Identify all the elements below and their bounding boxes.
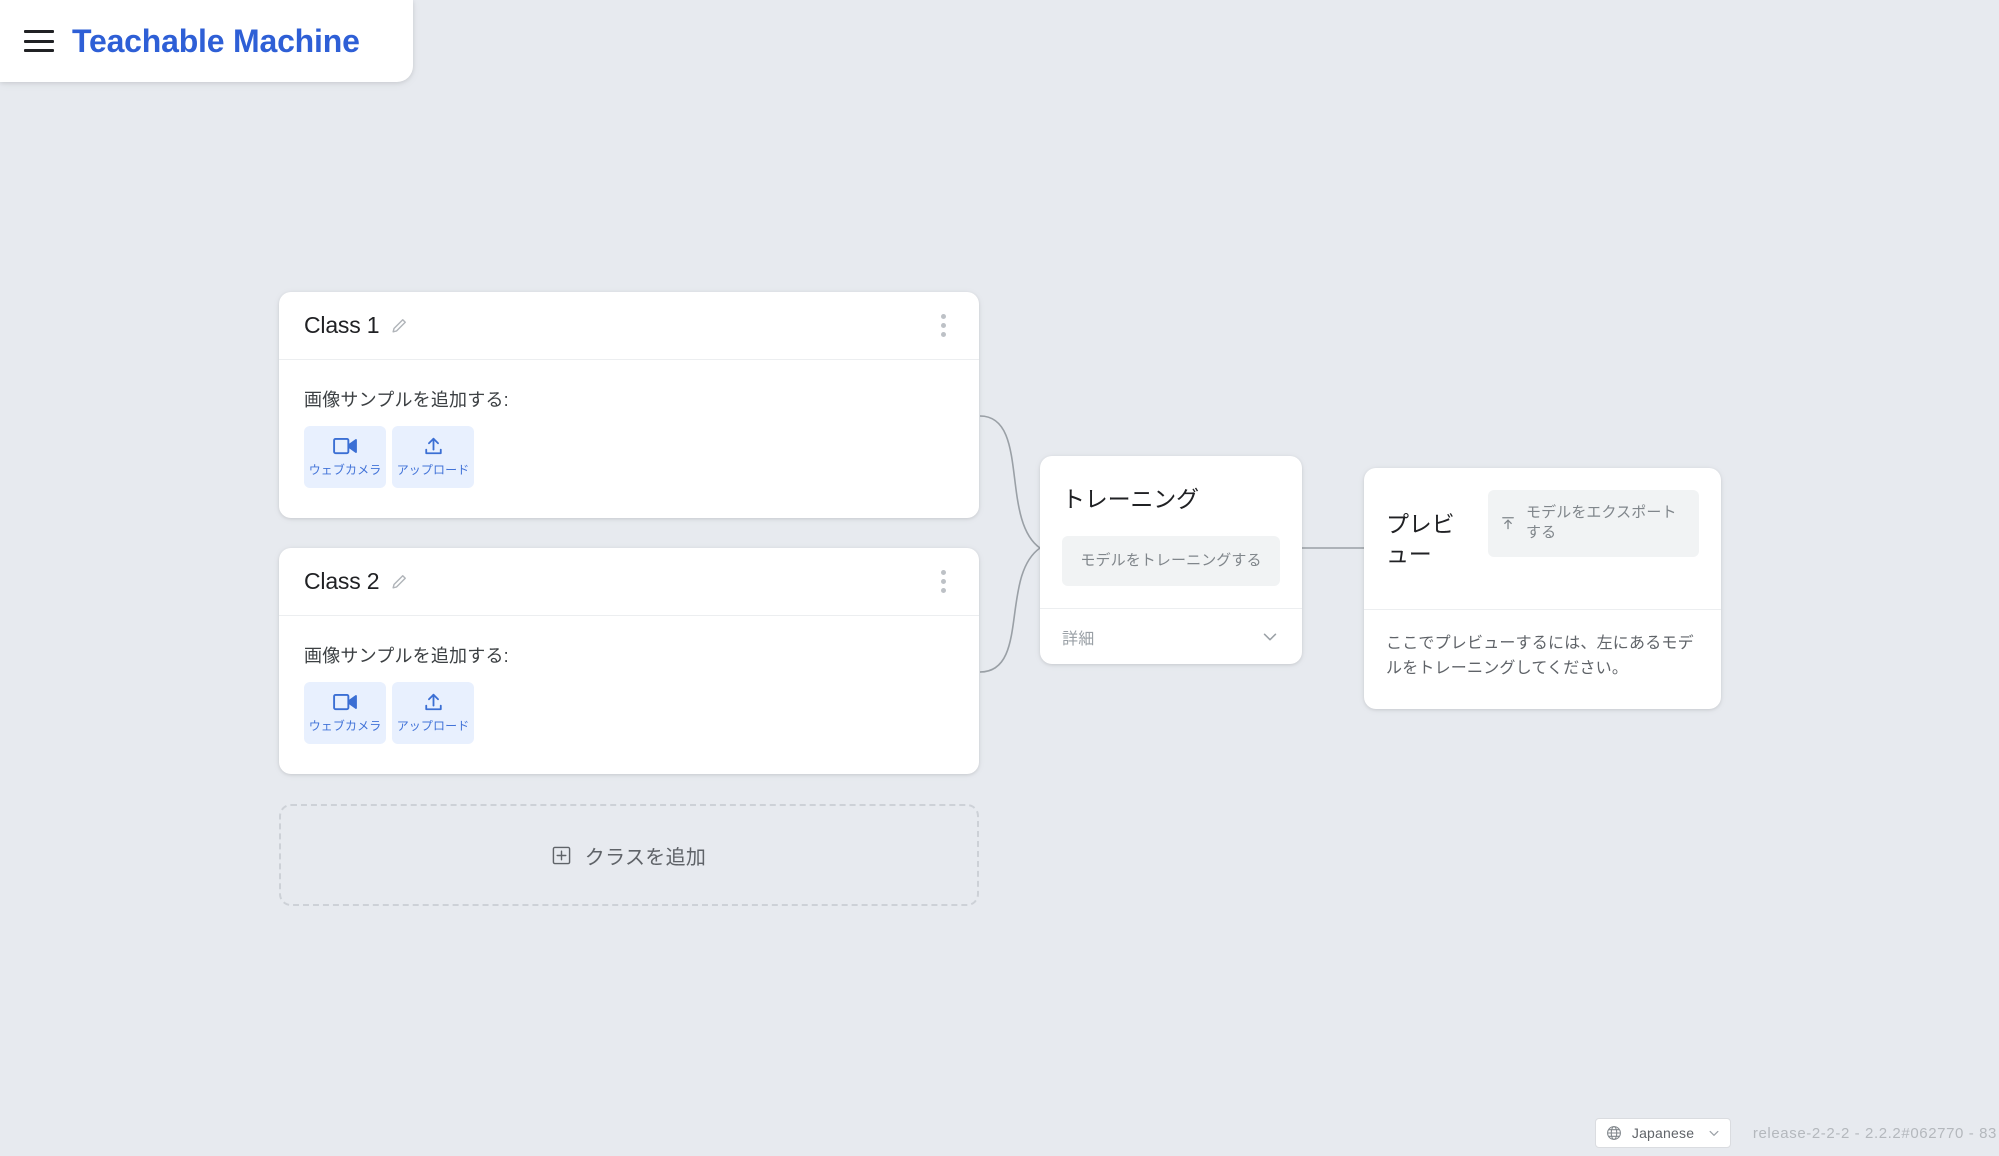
upload-button[interactable]: アップロード <box>392 426 474 488</box>
preview-hint-text: ここでプレビューするには、左にあるモデルをトレーニングしてください。 <box>1386 634 1694 677</box>
export-model-label: モデルをエクスポートする <box>1526 504 1677 542</box>
upload-icon <box>424 437 442 455</box>
advanced-settings-toggle[interactable]: 詳細 <box>1040 608 1302 664</box>
pencil-icon[interactable] <box>389 572 409 592</box>
class-card: Class 1 画像サンプルを追加する: ウェブカメラ アップロード <box>279 292 979 518</box>
chevron-down-icon <box>1263 633 1277 641</box>
connector-class2-training <box>979 547 1041 673</box>
add-class-label: クラスを追加 <box>584 846 707 869</box>
add-box-icon <box>552 846 571 864</box>
preview-panel: プレビュー モデルをエクスポートする ここでプレビューするには、左にあるモデルを… <box>1364 468 1721 710</box>
language-value: Japanese <box>1631 1125 1695 1141</box>
webcam-icon <box>332 437 357 454</box>
upload-button-label: アップロード <box>396 463 470 477</box>
class-card-body: 画像サンプルを追加する: ウェブカメラ アップロード <box>279 360 979 518</box>
webcam-icon <box>332 693 357 710</box>
kebab-dot <box>941 332 946 337</box>
webcam-button[interactable]: ウェブカメラ <box>304 426 386 488</box>
advanced-label: 詳細 <box>1062 630 1095 648</box>
class-list: Class 1 画像サンプルを追加する: ウェブカメラ アップロード Class… <box>279 292 979 906</box>
train-model-button[interactable]: モデルをトレーニングする <box>1062 536 1280 587</box>
pencil-icon[interactable] <box>389 316 409 336</box>
hamburger-bar <box>24 30 54 33</box>
language-select[interactable]: Japanese <box>1594 1118 1731 1148</box>
hamburger-bar <box>24 39 54 43</box>
app-title: Teachable Machine <box>72 22 360 59</box>
kebab-menu-icon[interactable] <box>935 566 952 597</box>
webcam-button-label: ウェブカメラ <box>308 718 382 733</box>
upload-button[interactable]: アップロード <box>392 682 474 744</box>
class-title: Class 1 <box>304 312 380 338</box>
app-header: Teachable Machine <box>0 0 413 82</box>
kebab-dot <box>941 570 946 575</box>
class-card-header: Class 1 <box>279 292 979 360</box>
add-class-button[interactable]: クラスを追加 <box>279 804 979 906</box>
footer-bar: Japanese release-2-2-2 - 2.2.2#062770 - … <box>1594 1110 1999 1156</box>
training-heading: トレーニング <box>1062 486 1199 512</box>
upload-button-label: アップロード <box>396 719 470 733</box>
kebab-dot <box>941 579 946 584</box>
globe-icon <box>1606 1126 1621 1140</box>
version-label: release-2-2-2 - 2.2.2#062770 - 83 <box>1752 1124 1997 1142</box>
upload-icon <box>424 693 442 711</box>
preview-panel-header: プレビュー モデルをエクスポートする <box>1364 468 1721 610</box>
add-samples-label: 画像サンプルを追加する: <box>304 390 509 410</box>
hamburger-bar <box>24 49 54 52</box>
export-upload-icon <box>1502 517 1514 530</box>
preview-heading: プレビュー <box>1386 511 1455 568</box>
webcam-button-label: ウェブカメラ <box>308 462 382 477</box>
class-card-header: Class 2 <box>279 548 979 616</box>
training-panel: トレーニング モデルをトレーニングする 詳細 <box>1040 456 1302 665</box>
training-panel-main: トレーニング モデルをトレーニングする <box>1040 456 1302 608</box>
class-title-group: Class 2 <box>304 568 409 595</box>
class-card: Class 2 画像サンプルを追加する: ウェブカメラ アップロード <box>279 548 979 774</box>
class-title: Class 2 <box>304 568 380 594</box>
connector-class1-training <box>979 415 1041 549</box>
kebab-dot <box>941 588 946 593</box>
class-card-body: 画像サンプルを追加する: ウェブカメラ アップロード <box>279 616 979 774</box>
add-samples-label: 画像サンプルを追加する: <box>304 646 509 666</box>
webcam-button[interactable]: ウェブカメラ <box>304 682 386 744</box>
hamburger-menu-icon[interactable] <box>24 30 54 52</box>
kebab-dot <box>941 314 946 319</box>
preview-panel-body: ここでプレビューするには、左にあるモデルをトレーニングしてください。 <box>1364 610 1721 710</box>
kebab-menu-icon[interactable] <box>935 310 952 341</box>
kebab-dot <box>941 323 946 328</box>
sample-source-buttons: ウェブカメラ アップロード <box>304 682 952 744</box>
chevron-down-icon <box>1709 1130 1719 1136</box>
class-title-group: Class 1 <box>304 312 409 339</box>
export-model-button[interactable]: モデルをエクスポートする <box>1488 490 1699 557</box>
sample-source-buttons: ウェブカメラ アップロード <box>304 426 952 488</box>
